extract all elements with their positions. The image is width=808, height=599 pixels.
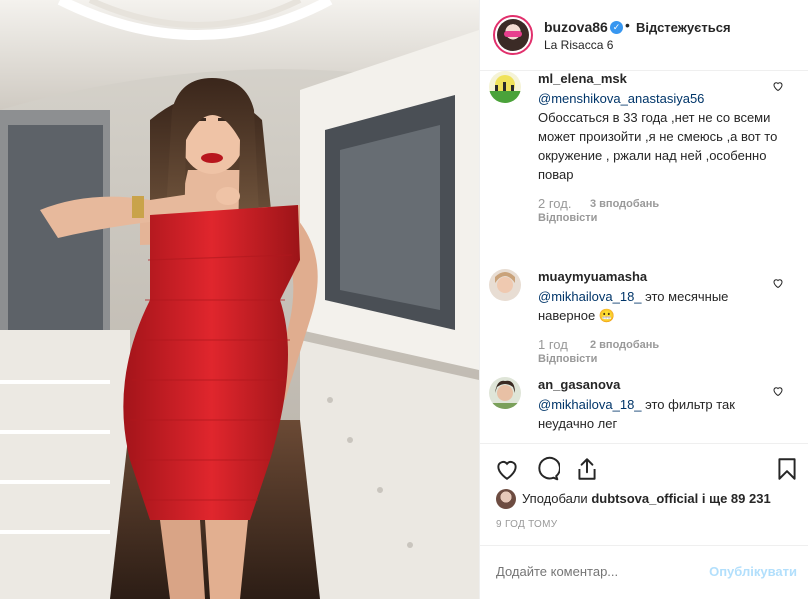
- author-username[interactable]: buzova86: [544, 19, 608, 35]
- separator-dot: •: [625, 17, 630, 33]
- comments-list[interactable]: ml_elena_msk @menshikova_anastasiya56 Об…: [480, 71, 808, 443]
- share-icon[interactable]: [574, 456, 600, 482]
- bookmark-icon[interactable]: [774, 456, 800, 482]
- post-location[interactable]: La Risacca 6: [544, 38, 613, 52]
- likes-text[interactable]: Уподобали dubtsova_official і ще 89 231: [522, 491, 771, 506]
- likes-count[interactable]: і ще 89 231: [702, 491, 771, 506]
- comment-likes[interactable]: 3 вподобань: [590, 198, 659, 210]
- heart-icon[interactable]: [494, 456, 520, 482]
- likes-prefix: Уподобали: [522, 491, 588, 506]
- post-photo[interactable]: [0, 0, 479, 599]
- comment-mention[interactable]: @mikhailova_18_: [538, 289, 642, 304]
- post-timestamp[interactable]: 9 ГОД ТОМУ: [496, 519, 557, 530]
- comment-time[interactable]: 1 год: [538, 337, 568, 352]
- comment-like-heart-icon[interactable]: [772, 385, 784, 397]
- commenter-avatar[interactable]: [489, 269, 521, 301]
- comment-item: ml_elena_msk @menshikova_anastasiya56 Об…: [489, 71, 778, 224]
- comment-like-heart-icon[interactable]: [772, 277, 784, 289]
- comment-like-heart-icon[interactable]: [772, 80, 784, 92]
- comment-icon[interactable]: [534, 456, 560, 482]
- author-avatar[interactable]: [493, 15, 533, 55]
- reply-button[interactable]: Відповісти: [538, 212, 778, 224]
- comment-item: an_gasanova @mikhailova_18_ это фильтр т…: [489, 377, 778, 433]
- comment-text: @mikhailova_18_ это месячные наверное 😬: [538, 287, 778, 325]
- comment-input[interactable]: [496, 564, 696, 579]
- post-header: buzova86 ✓ • Відстежується La Risacca 6: [480, 0, 808, 71]
- comment-time[interactable]: 2 год.: [538, 196, 571, 211]
- comment-mention[interactable]: @menshikova_anastasiya56: [538, 91, 704, 106]
- liker-username[interactable]: dubtsova_official: [591, 491, 698, 506]
- comment-body: Обоссаться в 33 года ,нет не со всеми мо…: [538, 110, 778, 182]
- commenter-avatar[interactable]: [489, 377, 521, 409]
- comment-likes[interactable]: 2 вподобань: [590, 339, 659, 351]
- comment-username[interactable]: an_gasanova: [538, 377, 778, 395]
- comment-username[interactable]: ml_elena_msk: [538, 71, 778, 89]
- comment-username[interactable]: muaymyuamasha: [538, 269, 778, 287]
- commenter-avatar[interactable]: [489, 71, 521, 103]
- comment-item: muaymyuamasha @mikhailova_18_ это месячн…: [489, 269, 778, 365]
- liker-avatar[interactable]: [496, 489, 516, 509]
- likes-summary: Уподобали dubtsova_official і ще 89 231: [480, 487, 808, 513]
- post-actions-bar: [480, 443, 808, 487]
- verified-icon: ✓: [610, 21, 623, 34]
- post-image: [0, 0, 479, 599]
- comment-text: @menshikova_anastasiya56 Обоссаться в 33…: [538, 89, 778, 184]
- add-comment-bar: Опублікувати: [480, 545, 808, 599]
- comment-meta: 1 год 2 вподобань: [538, 337, 778, 353]
- comment-mention[interactable]: @mikhailova_18_: [538, 397, 642, 412]
- post-side-panel: buzova86 ✓ • Відстежується La Risacca 6 …: [479, 0, 808, 599]
- publish-button[interactable]: Опублікувати: [709, 564, 797, 579]
- reply-button[interactable]: Відповісти: [538, 353, 778, 365]
- follow-status-button[interactable]: Відстежується: [636, 20, 731, 35]
- comment-meta: 2 год. 3 вподобань: [538, 196, 778, 212]
- comment-text: @mikhailova_18_ это фильтр так неудачно …: [538, 395, 778, 433]
